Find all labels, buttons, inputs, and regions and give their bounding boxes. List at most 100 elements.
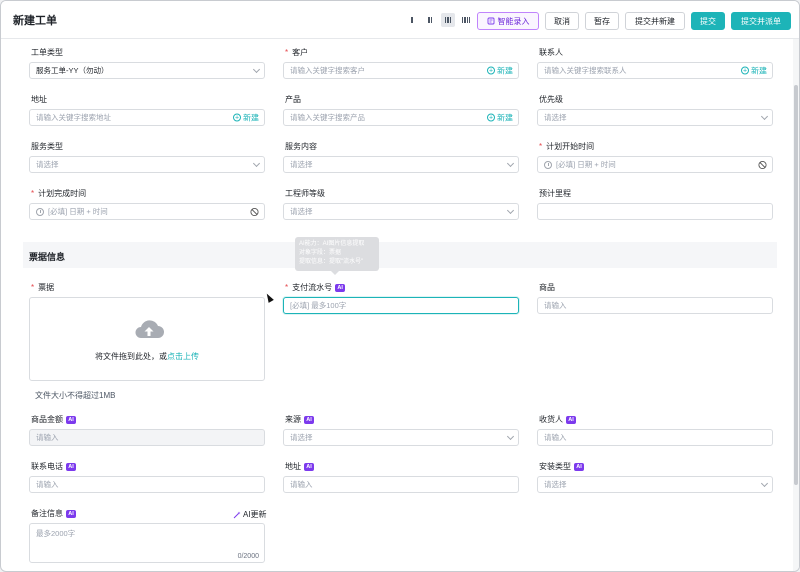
ai-form-icon <box>487 17 494 25</box>
source-select[interactable]: 请选择 <box>283 429 519 446</box>
save-draft-button[interactable]: 暂存 <box>585 12 619 30</box>
ai-tooltip: AI能力：AI图片信息提取 对象字段：票据 提取信息：提取"流水号" <box>295 237 379 275</box>
upload-instruction: 将文件拖到此处，或点击上传 <box>95 352 199 361</box>
product-label: 产品 <box>285 95 301 104</box>
goods-label: 商品 <box>539 283 555 292</box>
tooltip-line: 提取信息：提取"流水号" <box>299 259 364 265</box>
cloud-upload-icon <box>135 320 164 338</box>
two-column-icon[interactable] <box>423 13 437 27</box>
install-type-select[interactable]: 请选择 <box>537 476 773 493</box>
phone-label: 联系电话 AI <box>31 461 76 472</box>
contact-label: 联系人 <box>539 48 563 57</box>
receiver-input[interactable]: 请输入 <box>537 429 773 446</box>
ticket-type-label: 工单类型 <box>31 48 63 57</box>
file-size-hint: 文件大小不得超过1MB <box>35 391 116 400</box>
cancel-button[interactable]: 取消 <box>545 12 579 30</box>
tooltip-line: 对象字段：票据 <box>299 250 342 256</box>
phone-input[interactable]: 请输入 <box>29 476 265 493</box>
est-mileage-label: 预计里程 <box>539 189 571 198</box>
invoice-section-header: 票据信息 <box>23 242 777 268</box>
ai-badge: AI <box>574 462 584 471</box>
mouse-cursor <box>264 292 274 303</box>
plus-circle-icon: + <box>233 113 241 122</box>
ai-badge: AI <box>335 283 346 292</box>
ticket-type-select[interactable]: 服务工单-YY（勿动） <box>29 62 265 79</box>
chevron-down-icon <box>760 479 769 487</box>
ai-badge: AI <box>66 462 76 471</box>
new-address-link[interactable]: + 新建 <box>233 112 259 123</box>
chevron-down-icon <box>506 206 515 214</box>
chevron-down-icon <box>506 432 515 440</box>
customer-label: * 客户 <box>285 48 309 57</box>
header-bar: 新建工单 智能录入 取消 暂存 提交并新建 提交 提交并派单 <box>1 1 799 39</box>
ai-badge: AI <box>66 509 76 518</box>
submit-and-new-button[interactable]: 提交并新建 <box>625 12 685 30</box>
address-search-input[interactable]: 请输入关键字搜索地址 + 新建 <box>29 109 265 126</box>
page-title: 新建工单 <box>13 15 57 27</box>
goods-amount-input[interactable]: 请输入 <box>29 429 265 446</box>
chevron-down-icon <box>506 159 515 167</box>
click-upload-link[interactable]: 点击上传 <box>167 352 199 361</box>
clear-time-icon[interactable] <box>250 207 259 216</box>
priority-select[interactable]: 请选择 <box>537 109 773 126</box>
ai-badge: AI <box>566 415 576 424</box>
receiver-label: 收货人 AI <box>539 414 576 425</box>
engineer-level-select[interactable]: 请选择 <box>283 203 519 220</box>
contact-search-input[interactable]: 请输入关键字搜索联系人 + 新建 <box>537 62 773 79</box>
vertical-scrollbar[interactable] <box>793 39 799 571</box>
file-upload-dropzone[interactable]: 将文件拖到此处，或点击上传 <box>29 297 265 381</box>
ai-entry-button[interactable]: 智能录入 <box>477 12 539 30</box>
plus-circle-icon: + <box>487 66 495 75</box>
payment-no-input[interactable]: [必填] 最多100字 <box>283 297 519 314</box>
section-title: 票据信息 <box>29 252 66 262</box>
clock-icon <box>544 160 552 169</box>
plan-end-label: * 计划完成时间 <box>31 189 87 198</box>
ai-badge: AI <box>304 462 314 471</box>
engineer-level-label: 工程师等级 <box>285 189 325 198</box>
chevron-down-icon <box>252 65 261 73</box>
ticket-form-window: 新建工单 智能录入 取消 暂存 提交并新建 提交 提交并派单 工单类型 服务工单… <box>0 0 800 572</box>
goods-amount-label: 商品金额 AI <box>31 414 76 425</box>
customer-search-input[interactable]: 请输入关键字搜索客户 + 新建 <box>283 62 519 79</box>
priority-label: 优先级 <box>539 95 563 104</box>
goods-input[interactable]: 请输入 <box>537 297 773 314</box>
clock-icon <box>36 207 44 216</box>
ticket-label: * 票据 <box>31 283 55 292</box>
ai-badge: AI <box>304 415 314 424</box>
chevron-down-icon <box>760 112 769 120</box>
clear-time-icon[interactable] <box>758 160 767 169</box>
tooltip-line: AI能力：AI图片信息提取 <box>299 241 365 247</box>
product-search-input[interactable]: 请输入关键字搜索产品 + 新建 <box>283 109 519 126</box>
plan-end-datetime-input[interactable]: [必填] 日期 + 时间 <box>29 203 265 220</box>
plan-start-datetime-input[interactable]: [必填] 日期 + 时间 <box>537 156 773 173</box>
new-customer-link[interactable]: + 新建 <box>487 65 513 76</box>
service-type-label: 服务类型 <box>31 142 63 151</box>
remark-textarea[interactable]: 最多2000字 0/2000 <box>29 523 265 563</box>
address-label: 地址 <box>31 95 47 104</box>
address2-label: 地址 AI <box>285 461 314 472</box>
service-type-select[interactable]: 请选择 <box>29 156 265 173</box>
address2-input[interactable]: 请输入 <box>283 476 519 493</box>
service-content-select[interactable]: 请选择 <box>283 156 519 173</box>
three-column-icon[interactable] <box>441 13 455 27</box>
ai-entry-label: 智能录入 <box>497 16 530 26</box>
plus-circle-icon: + <box>741 66 749 75</box>
new-product-link[interactable]: + 新建 <box>487 112 513 123</box>
char-counter: 0/2000 <box>237 553 259 560</box>
layout-switcher <box>405 13 473 27</box>
submit-button[interactable]: 提交 <box>691 12 725 30</box>
ai-update-button[interactable]: AI更新 <box>233 509 267 520</box>
four-column-icon[interactable] <box>459 13 473 27</box>
source-label: 来源 AI <box>285 414 314 425</box>
plus-circle-icon: + <box>487 113 495 122</box>
payment-no-label: * 支付流水号 AI <box>285 282 346 293</box>
single-column-icon[interactable] <box>405 13 419 27</box>
service-content-label: 服务内容 <box>285 142 317 151</box>
plan-start-label: * 计划开始时间 <box>539 142 595 151</box>
submit-and-dispatch-button[interactable]: 提交并派单 <box>731 12 791 30</box>
est-mileage-input[interactable] <box>537 203 773 220</box>
remark-label: 备注信息 AI <box>31 508 76 519</box>
scrollbar-thumb[interactable] <box>794 85 798 485</box>
new-contact-link[interactable]: + 新建 <box>741 65 767 76</box>
chevron-down-icon <box>252 159 261 167</box>
